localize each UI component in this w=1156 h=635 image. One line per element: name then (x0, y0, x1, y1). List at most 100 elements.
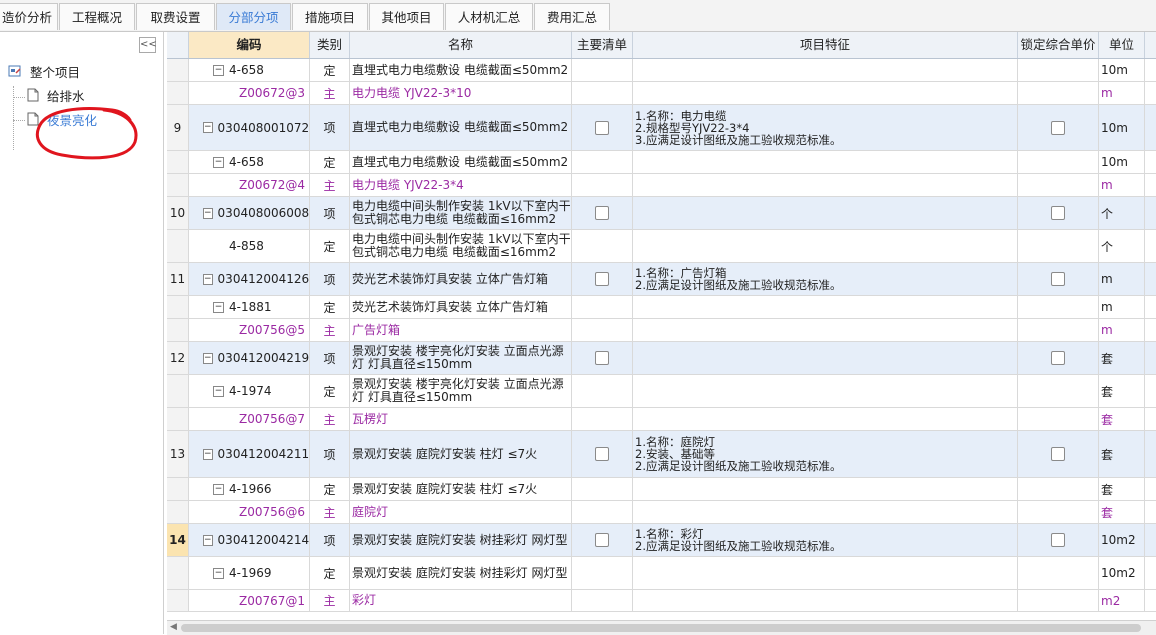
main-list-cell[interactable] (572, 342, 633, 374)
table-row[interactable]: Z00672@3 主电力电缆 YJV22-3*10 m (167, 82, 1156, 105)
type-cell[interactable]: 项 (310, 524, 350, 556)
main-list-cell[interactable] (572, 230, 633, 262)
collapse-node-icon[interactable]: − (203, 273, 213, 285)
table-row[interactable]: −4-658 定直埋式电力电缆敷设 电缆截面≤50mm2 10m (167, 151, 1156, 174)
code-cell[interactable]: −4-658 (189, 151, 310, 173)
name-cell[interactable]: 景观灯安装 楼宇亮化灯安装 立面点光源灯 灯具直径≤150mm (350, 342, 572, 374)
scroll-left-icon[interactable]: ◀ (170, 622, 177, 632)
type-cell[interactable]: 定 (310, 557, 350, 589)
header-name[interactable]: 名称 (350, 32, 572, 58)
table-row[interactable]: −4-1881 定荧光艺术装饰灯具安装 立体广告灯箱 m (167, 296, 1156, 319)
code-cell[interactable]: Z00672@4 (189, 174, 310, 196)
lock-price-checkbox[interactable] (1051, 351, 1065, 365)
feature-cell[interactable] (633, 501, 1018, 523)
code-cell[interactable]: Z00672@3 (189, 82, 310, 104)
tab-4[interactable]: 措施项目 (292, 3, 368, 30)
unit-cell[interactable]: 套 (1099, 501, 1145, 523)
unit-cell[interactable]: 10m (1099, 105, 1145, 150)
main-list-cell[interactable] (572, 174, 633, 196)
code-cell[interactable]: Z00756@5 (189, 319, 310, 341)
row-number-cell[interactable] (167, 82, 189, 104)
collapse-node-icon[interactable]: − (203, 122, 213, 133)
row-number-cell[interactable]: 14 (167, 524, 189, 556)
table-row[interactable]: Z00767@1 主彩灯 m2 (167, 590, 1156, 612)
feature-cell[interactable] (633, 230, 1018, 262)
main-list-checkbox[interactable] (595, 120, 609, 135)
main-list-cell[interactable] (572, 501, 633, 523)
code-cell[interactable]: −4-1969 (189, 557, 310, 589)
lock-price-cell[interactable] (1018, 590, 1099, 611)
name-cell[interactable]: 荧光艺术装饰灯具安装 立体广告灯箱 (350, 263, 572, 295)
main-list-cell[interactable] (572, 105, 633, 150)
table-row[interactable]: 11−030412004126 项荧光艺术装饰灯具安装 立体广告灯箱 1.名称：广告… (167, 263, 1156, 296)
tab-3[interactable]: 分部分项 (216, 3, 291, 30)
unit-cell[interactable]: 套 (1099, 478, 1145, 500)
table-row[interactable]: −4-658 定直埋式电力电缆敷设 电缆截面≤50mm2 10m (167, 59, 1156, 82)
row-number-cell[interactable]: 11 (167, 263, 189, 295)
table-row[interactable]: 9−030408001072 项直埋式电力电缆敷设 电缆截面≤50mm2 1.名称：… (167, 105, 1156, 151)
lock-price-cell[interactable] (1018, 408, 1099, 430)
lock-price-cell[interactable] (1018, 151, 1099, 173)
feature-cell[interactable] (633, 197, 1018, 229)
table-row[interactable]: Z00756@6 主庭院灯 套 (167, 501, 1156, 524)
feature-cell[interactable] (633, 590, 1018, 611)
feature-cell[interactable] (633, 478, 1018, 500)
lock-price-cell[interactable] (1018, 478, 1099, 500)
feature-cell[interactable] (633, 151, 1018, 173)
lock-price-checkbox[interactable] (1051, 447, 1065, 461)
name-cell[interactable]: 景观灯安装 庭院灯安装 树挂彩灯 网灯型 (350, 524, 572, 556)
row-number-cell[interactable] (167, 59, 189, 81)
code-cell[interactable]: Z00767@1 (189, 590, 310, 611)
unit-cell[interactable]: 个 (1099, 197, 1145, 229)
collapse-node-icon[interactable]: − (203, 448, 213, 460)
lock-price-cell[interactable] (1018, 174, 1099, 196)
scrollbar-thumb[interactable] (181, 624, 1141, 632)
collapse-node-icon[interactable]: − (203, 207, 213, 219)
feature-cell[interactable] (633, 342, 1018, 374)
type-cell[interactable]: 项 (310, 197, 350, 229)
name-cell[interactable]: 直埋式电力电缆敷设 电缆截面≤50mm2 (350, 105, 572, 150)
code-cell[interactable]: −030408006008 (189, 197, 310, 229)
lock-price-cell[interactable] (1018, 105, 1099, 150)
lock-price-checkbox[interactable] (1051, 533, 1065, 547)
main-list-cell[interactable] (572, 82, 633, 104)
type-cell[interactable]: 主 (310, 174, 350, 196)
feature-cell[interactable] (633, 59, 1018, 81)
table-row[interactable]: Z00672@4 主电力电缆 YJV22-3*4 m (167, 174, 1156, 197)
unit-cell[interactable]: 套 (1099, 342, 1145, 374)
lock-price-cell[interactable] (1018, 319, 1099, 341)
code-cell[interactable]: −030408001072 (189, 105, 310, 150)
code-cell[interactable]: Z00756@6 (189, 501, 310, 523)
row-number-cell[interactable] (167, 174, 189, 196)
lock-price-cell[interactable] (1018, 59, 1099, 81)
table-row[interactable]: 4-858 定电力电缆中间头制作安装 1kV以下室内干包式铜芯电力电缆 电缆截面≤… (167, 230, 1156, 263)
unit-cell[interactable]: m (1099, 296, 1145, 318)
main-list-checkbox[interactable] (595, 533, 609, 547)
main-list-cell[interactable] (572, 263, 633, 295)
feature-cell[interactable] (633, 296, 1018, 318)
header-feature[interactable]: 项目特征 (633, 32, 1018, 58)
name-cell[interactable]: 广告灯箱 (350, 319, 572, 341)
row-number-cell[interactable]: 9 (167, 105, 189, 150)
tree-item-night-lighting[interactable]: 夜景亮化 (27, 112, 97, 130)
lock-price-cell[interactable] (1018, 230, 1099, 262)
unit-cell[interactable]: 10m2 (1099, 524, 1145, 556)
row-number-cell[interactable] (167, 501, 189, 523)
lock-price-cell[interactable] (1018, 342, 1099, 374)
table-row[interactable]: 13−030412004211 项景观灯安装 庭院灯安装 柱灯 ≤7火 1.名称：庭… (167, 431, 1156, 478)
main-list-cell[interactable] (572, 296, 633, 318)
row-number-cell[interactable] (167, 408, 189, 430)
tab-2[interactable]: 取费设置 (136, 3, 215, 30)
header-lock-price[interactable]: 锁定综合单价 (1018, 32, 1099, 58)
feature-cell[interactable]: 1.名称：庭院灯 2.安装、基础等 2.应满足设计图纸及施工验收规范标准。 (633, 431, 1018, 477)
code-cell[interactable]: −030412004219 (189, 342, 310, 374)
tree-item-plumbing[interactable]: 给排水 (27, 88, 85, 106)
main-list-checkbox[interactable] (595, 351, 609, 365)
feature-cell[interactable] (633, 174, 1018, 196)
row-number-cell[interactable] (167, 319, 189, 341)
name-cell[interactable]: 庭院灯 (350, 501, 572, 523)
main-list-checkbox[interactable] (595, 447, 609, 461)
table-row[interactable]: Z00756@7 主瓦楞灯 套 (167, 408, 1156, 431)
lock-price-cell[interactable] (1018, 431, 1099, 477)
main-list-cell[interactable] (572, 408, 633, 430)
